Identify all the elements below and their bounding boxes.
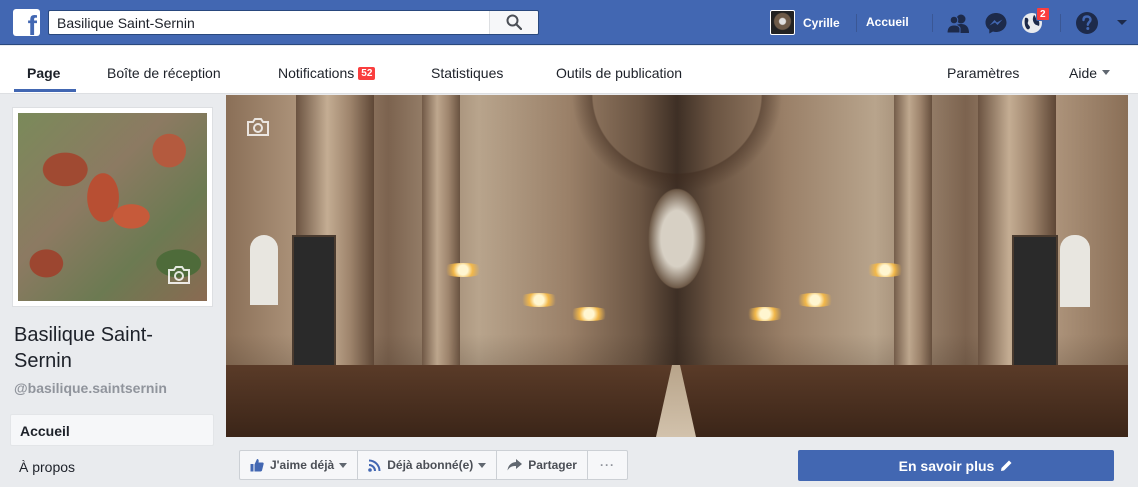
tab-notifications-label: Notifications <box>278 65 355 81</box>
divider <box>932 14 933 32</box>
sidebar-item-about[interactable]: À propos <box>10 451 214 483</box>
page-title-line-1: Basilique Saint- <box>14 324 153 346</box>
more-options-icon: ··· <box>599 458 615 472</box>
chevron-down-icon <box>339 462 348 468</box>
cover-window <box>250 235 278 305</box>
tab-help[interactable]: Aide <box>1069 65 1111 81</box>
more-options-button[interactable]: ··· <box>588 451 627 479</box>
divider <box>856 14 857 32</box>
sidebar-item-home[interactable]: Accueil <box>10 414 214 446</box>
search-input[interactable] <box>49 11 489 34</box>
page-title-line-2: Sernin <box>14 350 72 372</box>
cover-pews <box>226 365 1128 437</box>
pencil-icon <box>1001 460 1012 471</box>
user-name: Cyrille <box>803 15 840 30</box>
help-icon[interactable] <box>1075 11 1099 35</box>
notifications-count-badge: 52 <box>358 67 376 80</box>
search-box <box>48 10 539 35</box>
share-button-label: Partager <box>528 458 577 472</box>
cover-chandelier <box>742 307 788 321</box>
divider <box>1060 14 1061 32</box>
learn-more-label: En savoir plus <box>898 457 995 474</box>
cover-chandelier <box>440 263 486 277</box>
notification-badge: 2 <box>1036 7 1050 21</box>
like-button[interactable]: J'aime déjà <box>240 451 359 479</box>
user-profile-link[interactable]: Cyrille <box>770 10 840 35</box>
learn-more-button[interactable]: En savoir plus <box>798 450 1114 481</box>
tab-inbox[interactable]: Boîte de réception <box>107 65 221 81</box>
like-button-label: J'aime déjà <box>270 458 335 472</box>
page-title: Basilique Saint- Sernin <box>14 322 214 374</box>
top-navigation-bar: f Cyrille Accueil 2 <box>0 0 1138 45</box>
dropdown-caret-icon[interactable] <box>1113 13 1131 31</box>
cover-chandelier <box>516 293 562 307</box>
search-button[interactable] <box>489 11 538 34</box>
follow-button-label: Déjà abonné(e) <box>387 458 474 472</box>
page-tab-bar: Page Boîte de réception Notifications 52 … <box>0 46 1138 94</box>
tab-insights[interactable]: Statistiques <box>431 65 503 81</box>
search-icon <box>506 14 522 30</box>
cover-window <box>1060 235 1090 307</box>
share-arrow-icon <box>507 459 523 471</box>
rss-follow-icon <box>368 459 381 472</box>
cover-photo[interactable] <box>226 95 1128 437</box>
tab-settings[interactable]: Paramètres <box>947 65 1019 81</box>
tab-help-label: Aide <box>1069 65 1098 81</box>
page-action-buttons: J'aime déjà Déjà abonné(e) Partager ··· <box>239 450 628 480</box>
messenger-icon[interactable] <box>984 11 1008 35</box>
active-tab-indicator <box>14 89 76 92</box>
home-link[interactable]: Accueil <box>866 15 909 29</box>
camera-icon[interactable] <box>167 265 191 285</box>
tab-page[interactable]: Page <box>27 65 60 81</box>
follow-button[interactable]: Déjà abonné(e) <box>358 451 498 479</box>
profile-picture[interactable] <box>12 107 213 307</box>
profile-photo <box>18 113 207 301</box>
cover-chandelier <box>566 307 612 321</box>
page-username[interactable]: @basilique.saintsernin <box>14 380 167 396</box>
cover-chandelier <box>862 263 908 277</box>
cover-chandelier <box>792 293 838 307</box>
avatar <box>770 10 795 35</box>
chevron-down-icon <box>478 462 487 468</box>
camera-icon[interactable] <box>246 117 270 137</box>
tab-notifications[interactable]: Notifications 52 <box>278 65 376 81</box>
share-button[interactable]: Partager <box>497 451 588 479</box>
chevron-down-icon <box>1102 70 1111 75</box>
friends-icon[interactable] <box>946 11 970 35</box>
thumbs-up-icon <box>250 459 264 472</box>
tab-publishing-tools[interactable]: Outils de publication <box>556 65 682 81</box>
facebook-logo[interactable]: f <box>13 9 40 36</box>
